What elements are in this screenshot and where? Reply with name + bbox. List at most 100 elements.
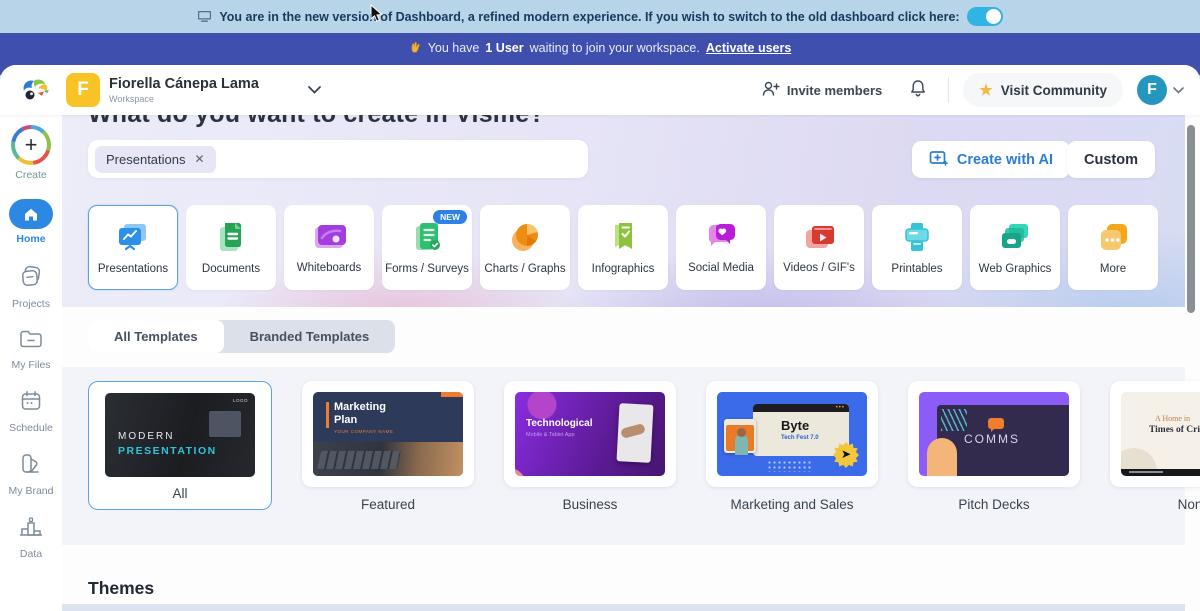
chip-close-icon[interactable]: ✕: [195, 152, 205, 166]
category-whiteboards[interactable]: Whiteboards: [284, 205, 374, 290]
whiteboards-icon: [315, 225, 346, 248]
custom-button[interactable]: Custom: [1067, 141, 1155, 178]
sidebar-item-my-files[interactable]: My Files: [11, 328, 51, 371]
sidebar-item-label: Data: [19, 548, 43, 560]
category-label: Infographics: [591, 263, 655, 275]
toggle-knob: [985, 9, 1001, 24]
category-label: Documents: [201, 263, 261, 275]
sidebar-item-home[interactable]: Home: [9, 199, 53, 245]
page-title: What do you want to create in Visme?: [88, 115, 545, 129]
invite-members-label: Invite members: [786, 82, 883, 98]
search-filter-chip[interactable]: Presentations ✕: [95, 145, 216, 173]
category-charts-graphs[interactable]: Charts / Graphs: [480, 205, 570, 290]
activate-users-link[interactable]: Activate users: [706, 41, 791, 55]
sidebar-item-projects[interactable]: Projects: [12, 263, 50, 310]
template-card-business[interactable]: Technological Mobile & Tablet App Busine…: [504, 381, 676, 512]
template-thumbnail: Technological Mobile & Tablet App: [515, 392, 665, 476]
sidebar-item-schedule[interactable]: Schedule: [9, 389, 53, 434]
charts-icon: [512, 224, 538, 251]
sidebar-item-data[interactable]: Data: [18, 515, 44, 560]
template-card-label: Nonpr: [1177, 497, 1200, 512]
category-videos-gifs[interactable]: Videos / GIF's: [774, 205, 864, 290]
web-graphics-icon: [1002, 224, 1028, 248]
template-thumbnail: LOGO MODERN PRESENTATION: [105, 393, 255, 477]
old-dashboard-toggle[interactable]: [966, 7, 1003, 26]
notifications-bell-icon[interactable]: [910, 79, 926, 102]
forms-icon: [416, 223, 440, 250]
tab-all-templates[interactable]: All Templates: [88, 320, 224, 353]
banner-text-pre: You have: [427, 41, 480, 55]
template-card-marketing-sales[interactable]: ••• Byte Tech Fest 7.0 ➤ Marketing and S…: [706, 381, 878, 512]
category-more[interactable]: More: [1068, 205, 1158, 290]
template-thumbnail: A Home in Times of Crisis: [1121, 392, 1200, 476]
app-shell: F Fiorella Cánepa Lama Workspace Invite …: [0, 65, 1200, 611]
mouse-cursor: [370, 3, 384, 28]
template-tabs: All Templates Branded Templates: [88, 320, 396, 353]
template-card-featured[interactable]: Marketing Plan YOUR COMPANY NAME Feature…: [302, 381, 474, 512]
more-icon: [1101, 224, 1127, 250]
template-thumbnail: COMMS: [919, 392, 1069, 476]
visme-logo[interactable]: [18, 75, 52, 105]
category-infographics[interactable]: Infographics: [578, 205, 668, 290]
sidebar-item-label: Projects: [12, 298, 50, 310]
new-badge: NEW: [433, 210, 467, 224]
sidebar-item-create[interactable]: + Create: [11, 125, 51, 181]
category-label: Whiteboards: [296, 262, 362, 274]
header-divider: [948, 77, 950, 103]
tab-branded-templates[interactable]: Branded Templates: [224, 320, 396, 353]
brand-swatch-icon: [18, 452, 44, 481]
create-plus-icon: +: [11, 125, 51, 165]
template-card-nonprofit[interactable]: A Home in Times of Crisis Nonpr: [1110, 381, 1200, 512]
vertical-scrollbar[interactable]: [1187, 125, 1195, 313]
banner-text-post: waiting to join your workspace.: [529, 41, 700, 55]
invite-members-icon: [762, 81, 780, 99]
presentations-icon: [119, 224, 146, 251]
category-documents[interactable]: Documents: [186, 205, 276, 290]
themes-heading: Themes: [88, 578, 155, 598]
template-card-label: Featured: [360, 497, 416, 512]
next-section-edge: [62, 604, 1185, 611]
template-card-label: All: [172, 486, 188, 501]
workspace-sublabel: Workspace: [109, 93, 154, 104]
create-with-ai-button[interactable]: Create with AI: [911, 141, 1070, 178]
category-printables[interactable]: Printables: [872, 205, 962, 290]
social-media-icon: [709, 224, 735, 246]
category-row: Presentations Documents Whiteboards NEW …: [88, 205, 1158, 290]
calendar-icon: [19, 389, 43, 418]
hero-section: What do you want to create in Visme? Pre…: [62, 115, 1185, 307]
template-card-pitch-decks[interactable]: COMMS Pitch Decks: [908, 381, 1080, 512]
template-card-all[interactable]: LOGO MODERN PRESENTATION All: [88, 381, 272, 510]
sidebar-item-label: My Files: [11, 359, 51, 371]
category-label: Videos / GIF's: [783, 262, 855, 274]
search-input[interactable]: Presentations ✕: [88, 140, 588, 178]
category-label: Printables: [891, 263, 943, 275]
category-label: Web Graphics: [978, 263, 1052, 275]
main-content: What do you want to create in Visme? Pre…: [62, 115, 1200, 611]
projects-icon: [18, 263, 44, 294]
workspace-selector[interactable]: F Fiorella Cánepa Lama Workspace: [66, 73, 321, 107]
category-presentations[interactable]: Presentations: [88, 205, 178, 290]
chip-label: Presentations: [106, 151, 186, 167]
ai-sparkle-icon: [929, 149, 948, 170]
videos-icon: [806, 226, 834, 248]
printables-icon: [905, 223, 929, 251]
category-label: Social Media: [688, 262, 754, 274]
sidebar-item-label: Home: [16, 233, 46, 245]
category-web-graphics[interactable]: Web Graphics: [970, 205, 1060, 290]
sidebar-item-label: My Brand: [8, 485, 54, 497]
folder-icon: [18, 328, 44, 355]
category-label: Charts / Graphs: [484, 263, 566, 275]
category-forms-surveys[interactable]: NEW Forms / Surveys: [382, 205, 472, 290]
category-social-media[interactable]: Social Media: [676, 205, 766, 290]
sidebar-item-label: Schedule: [9, 422, 53, 434]
wave-hand-icon: [409, 41, 422, 57]
account-chevron-down-icon[interactable]: [1173, 81, 1184, 99]
visit-community-button[interactable]: ★ Visit Community: [963, 73, 1123, 107]
user-avatar[interactable]: F: [1137, 75, 1167, 105]
data-podium-icon: [18, 515, 44, 544]
sidebar-item-my-brand[interactable]: My Brand: [8, 452, 54, 497]
banner-user-count: 1 User: [485, 41, 524, 55]
template-card-label: Pitch Decks: [958, 497, 1030, 512]
invite-members-button[interactable]: Invite members: [762, 81, 882, 99]
template-card-row: LOGO MODERN PRESENTATION All Marketing P…: [88, 381, 1200, 512]
